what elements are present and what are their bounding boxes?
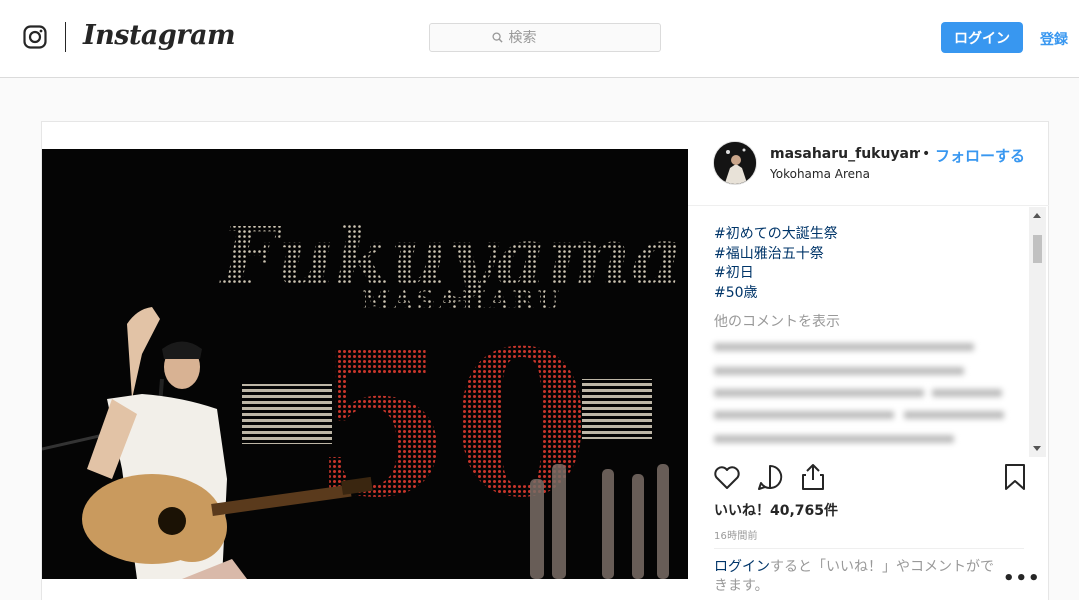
comments-scrollbar[interactable] bbox=[1029, 207, 1046, 457]
avatar[interactable] bbox=[713, 141, 757, 185]
blurred-comments bbox=[714, 339, 1010, 457]
register-link[interactable]: 登録 bbox=[1040, 29, 1068, 49]
more-options-icon[interactable]: ••• bbox=[1003, 568, 1041, 589]
nav-divider bbox=[65, 22, 66, 52]
heart-icon[interactable] bbox=[712, 462, 742, 492]
scroll-up-arrow-icon[interactable] bbox=[1033, 213, 1041, 218]
post-timestamp[interactable]: 16時間前 bbox=[714, 527, 758, 542]
divider bbox=[714, 548, 1024, 549]
scrollbar-thumb[interactable] bbox=[1033, 235, 1042, 263]
sign-number-text: 50 bbox=[313, 307, 591, 542]
instagram-glyph-icon[interactable] bbox=[23, 25, 47, 49]
search-box[interactable] bbox=[429, 23, 661, 52]
login-button[interactable]: ログイン bbox=[941, 22, 1023, 53]
instagram-wordmark[interactable]: Instagram bbox=[83, 20, 236, 51]
scroll-down-arrow-icon[interactable] bbox=[1033, 446, 1041, 451]
search-icon bbox=[491, 32, 503, 43]
login-prompt: ログインすると「いいね！」やコメントができます。 bbox=[714, 558, 994, 596]
likes-count[interactable]: いいね！40,765件 bbox=[714, 500, 838, 520]
concert-photo-image: Fukuyama MASAHARU 50 bbox=[42, 149, 688, 579]
hashtag-link[interactable]: #初日 bbox=[714, 264, 838, 284]
separator-dot: • bbox=[922, 146, 931, 162]
bookmark-icon[interactable] bbox=[1000, 462, 1030, 492]
show-comments-link[interactable]: 他のコメントを表示 bbox=[714, 311, 840, 331]
share-icon[interactable] bbox=[798, 462, 828, 492]
hashtag-link[interactable]: #福山雅治五十祭 bbox=[714, 245, 838, 265]
login-prompt-link[interactable]: ログイン bbox=[714, 559, 770, 575]
comment-icon[interactable] bbox=[755, 462, 785, 492]
search-input[interactable] bbox=[508, 29, 599, 46]
location-link[interactable]: Yokohama Arena bbox=[770, 167, 870, 181]
follow-button[interactable]: フォローする bbox=[935, 145, 1025, 166]
top-navigation: Instagram ログイン 登録 bbox=[0, 0, 1079, 78]
post-actions bbox=[688, 459, 1049, 499]
username-link[interactable]: masaharu_fukuyama_c bbox=[770, 146, 920, 162]
post-sidebar: masaharu_fukuyama_c • フォローする Yokohama Ar… bbox=[688, 122, 1049, 600]
post-header: masaharu_fukuyama_c • フォローする Yokohama Ar… bbox=[688, 122, 1049, 206]
comments-section: #初めての大誕生祭 #福山雅治五十祭 #初日 #50歳 他のコメントを表示 bbox=[688, 207, 1049, 457]
hashtag-link[interactable]: #50歳 bbox=[714, 284, 838, 304]
hashtag-link[interactable]: #初めての大誕生祭 bbox=[714, 225, 838, 245]
post-card: Fukuyama MASAHARU 50 masaharu_fukuyam • … bbox=[41, 121, 1049, 600]
hashtag-list: #初めての大誕生祭 #福山雅治五十祭 #初日 #50歳 bbox=[714, 225, 838, 303]
post-photo[interactable]: Fukuyama MASAHARU 50 bbox=[42, 149, 688, 579]
